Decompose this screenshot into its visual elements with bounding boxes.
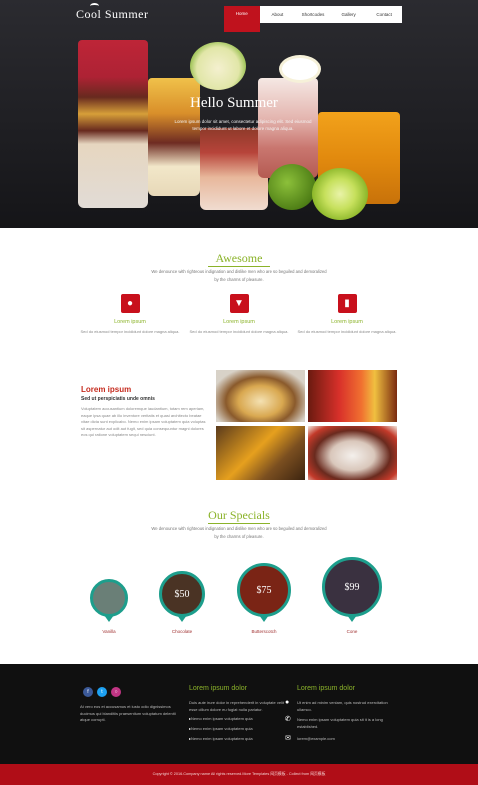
drink-glass-image xyxy=(78,40,148,208)
feature-title[interactable]: Lorem ipsum xyxy=(297,319,397,325)
location-pin-icon: ● xyxy=(285,699,290,706)
nav-home[interactable]: Home xyxy=(224,6,260,32)
cocktail-icon: ▼ xyxy=(229,294,249,313)
feature-card: ● Lorem ipsum Sed do eiusmod tempor inci… xyxy=(80,294,180,335)
special-name: Chocolate xyxy=(171,629,193,634)
awesome-title: Awesome xyxy=(215,251,263,265)
footer-link-list: Nemo enim ipsam voluptatem quia Nemo eni… xyxy=(189,716,253,746)
email-text[interactable]: lorem@example.com xyxy=(297,736,335,741)
about-text: Voluptatem accusantium doloremque laudan… xyxy=(81,406,206,438)
about-title: Lorem ipsum xyxy=(81,385,132,394)
feature-card: ▮ Lorem ipsum Sed do eiusmod tempor inci… xyxy=(297,294,397,335)
nav-gallery[interactable]: Gallery xyxy=(331,6,367,23)
footer-link[interactable]: Nemo enim ipsam voluptatem quia xyxy=(189,726,253,736)
footer-col1-text: Duis aute irure dolor in reprehenderit i… xyxy=(189,700,284,712)
footer-link[interactable]: Nemo enim ipsam voluptatem quia xyxy=(189,736,253,746)
nav-about[interactable]: About xyxy=(260,6,296,23)
special-price-badge[interactable]: $50 xyxy=(159,571,205,622)
feature-text: Sed do eiusmod tempor incididunt dolore … xyxy=(189,329,289,334)
lime-image xyxy=(268,164,316,210)
apple-slice-image xyxy=(190,42,246,90)
special-item[interactable]: Vanilla xyxy=(88,579,130,634)
special-item[interactable]: $99 Cone xyxy=(322,557,382,634)
about-subtitle: Sed ut perspiciatis unde omnis xyxy=(81,396,155,402)
twitter-icon[interactable]: t xyxy=(97,687,107,697)
gallery-image-sundae[interactable] xyxy=(308,426,397,480)
contact-phone: ✆ Nemo enim ipsam voluptatem quia sit it… xyxy=(285,716,393,730)
footer-link[interactable]: Nemo enim ipsam voluptatem quia xyxy=(189,716,253,726)
nav-contact[interactable]: Contact xyxy=(366,6,402,23)
instagram-icon[interactable]: ○ xyxy=(111,687,121,697)
special-item[interactable]: $75 Butterscotch xyxy=(236,563,292,634)
site-logo[interactable]: Cool Summer xyxy=(76,7,149,22)
hero-text: Lorem ipsum dolor sit amet, consectetur … xyxy=(174,119,312,131)
gallery-image-juice[interactable] xyxy=(216,426,305,480)
envelope-icon: ✉ xyxy=(285,735,291,742)
address-text: Ut enim ad minim veniam, quis nostrud ex… xyxy=(297,700,388,712)
special-name: Vanilla xyxy=(102,629,116,634)
awesome-subtitle: We denounce with righteous indignation a… xyxy=(151,269,327,282)
footer-col2-title: Lorem ipsum dolor xyxy=(297,685,355,692)
phone-icon: ✆ xyxy=(285,716,291,723)
feature-card: ▼ Lorem ipsum Sed do eiusmod tempor inci… xyxy=(189,294,289,335)
title-divider xyxy=(208,523,270,524)
special-name: Butterscotch xyxy=(251,629,277,634)
gallery-image-dessert[interactable] xyxy=(216,370,305,422)
specials-title: Our Specials xyxy=(208,508,270,522)
special-name: Cone xyxy=(346,629,358,634)
contact-address: ● Ut enim ad minim veniam, quis nostrud … xyxy=(285,699,393,713)
facebook-icon[interactable]: f xyxy=(83,687,93,697)
popsicle-icon: ▮ xyxy=(337,294,357,313)
feature-title[interactable]: Lorem ipsum xyxy=(80,319,180,325)
gallery-image-drinks[interactable] xyxy=(308,370,397,422)
ice-cream-icon: ● xyxy=(120,294,140,313)
flower-garnish-image xyxy=(282,58,318,80)
feature-title[interactable]: Lorem ipsum xyxy=(189,319,289,325)
main-nav: Home About Shortcodes Gallery Contact xyxy=(224,6,402,32)
footer xyxy=(0,664,478,764)
hero-title: Hello Summer xyxy=(190,95,278,111)
hero-banner: Cool Summer Home About Shortcodes Galler… xyxy=(0,0,478,228)
title-divider xyxy=(208,266,270,267)
special-item[interactable]: $50 Chocolate xyxy=(158,571,206,634)
footer-col1-title: Lorem ipsum dolor xyxy=(189,685,247,692)
specials-subtitle: We denounce with righteous indignation a… xyxy=(151,526,327,539)
nav-shortcodes[interactable]: Shortcodes xyxy=(295,6,331,23)
contact-email[interactable]: ✉ lorem@example.com xyxy=(285,735,393,743)
special-price-badge[interactable]: $75 xyxy=(237,563,291,622)
feature-text: Sed do eiusmod tempor incididunt dolore … xyxy=(297,329,397,334)
phone-text: Nemo enim ipsam voluptatem quia sit it i… xyxy=(297,717,383,729)
social-links: f t ○ xyxy=(83,687,121,697)
feature-text: Sed do eiusmod tempor incididunt dolore … xyxy=(80,329,180,334)
copyright-bar: Copyright © 2016.Company name All rights… xyxy=(0,764,478,785)
special-price-badge[interactable]: $99 xyxy=(322,557,382,622)
footer-about-text: At vero eos et accusamus et iusto odio d… xyxy=(80,704,176,723)
special-image[interactable] xyxy=(90,579,128,622)
lime-slice-image xyxy=(312,168,368,220)
